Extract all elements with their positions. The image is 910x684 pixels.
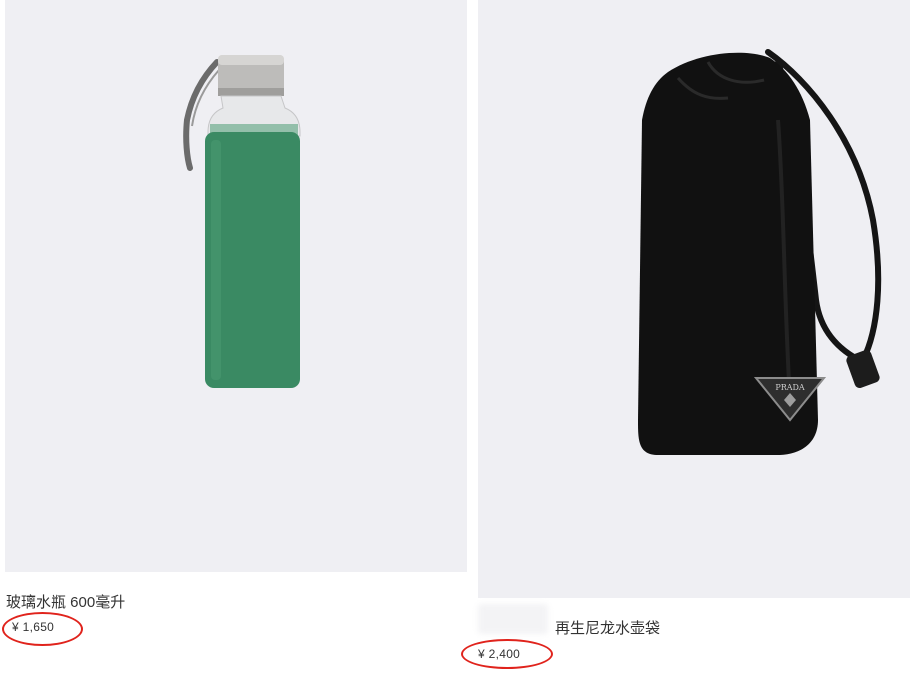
product-image-nylon-bag[interactable]: PRADA xyxy=(478,0,910,598)
price-highlight-circle xyxy=(461,639,553,669)
blurred-label-prefix xyxy=(478,604,548,634)
product-image-glass-bottle[interactable] xyxy=(5,0,467,572)
price-highlight-circle xyxy=(2,612,83,646)
glass-bottle-illustration xyxy=(183,55,301,388)
product-name[interactable]: 玻璃水瓶 600毫升 xyxy=(6,591,125,612)
product-name[interactable]: 再生尼龙水壶袋 xyxy=(555,617,660,638)
nylon-bag-illustration: PRADA xyxy=(638,49,882,455)
brand-logo-text: PRADA xyxy=(775,383,805,392)
